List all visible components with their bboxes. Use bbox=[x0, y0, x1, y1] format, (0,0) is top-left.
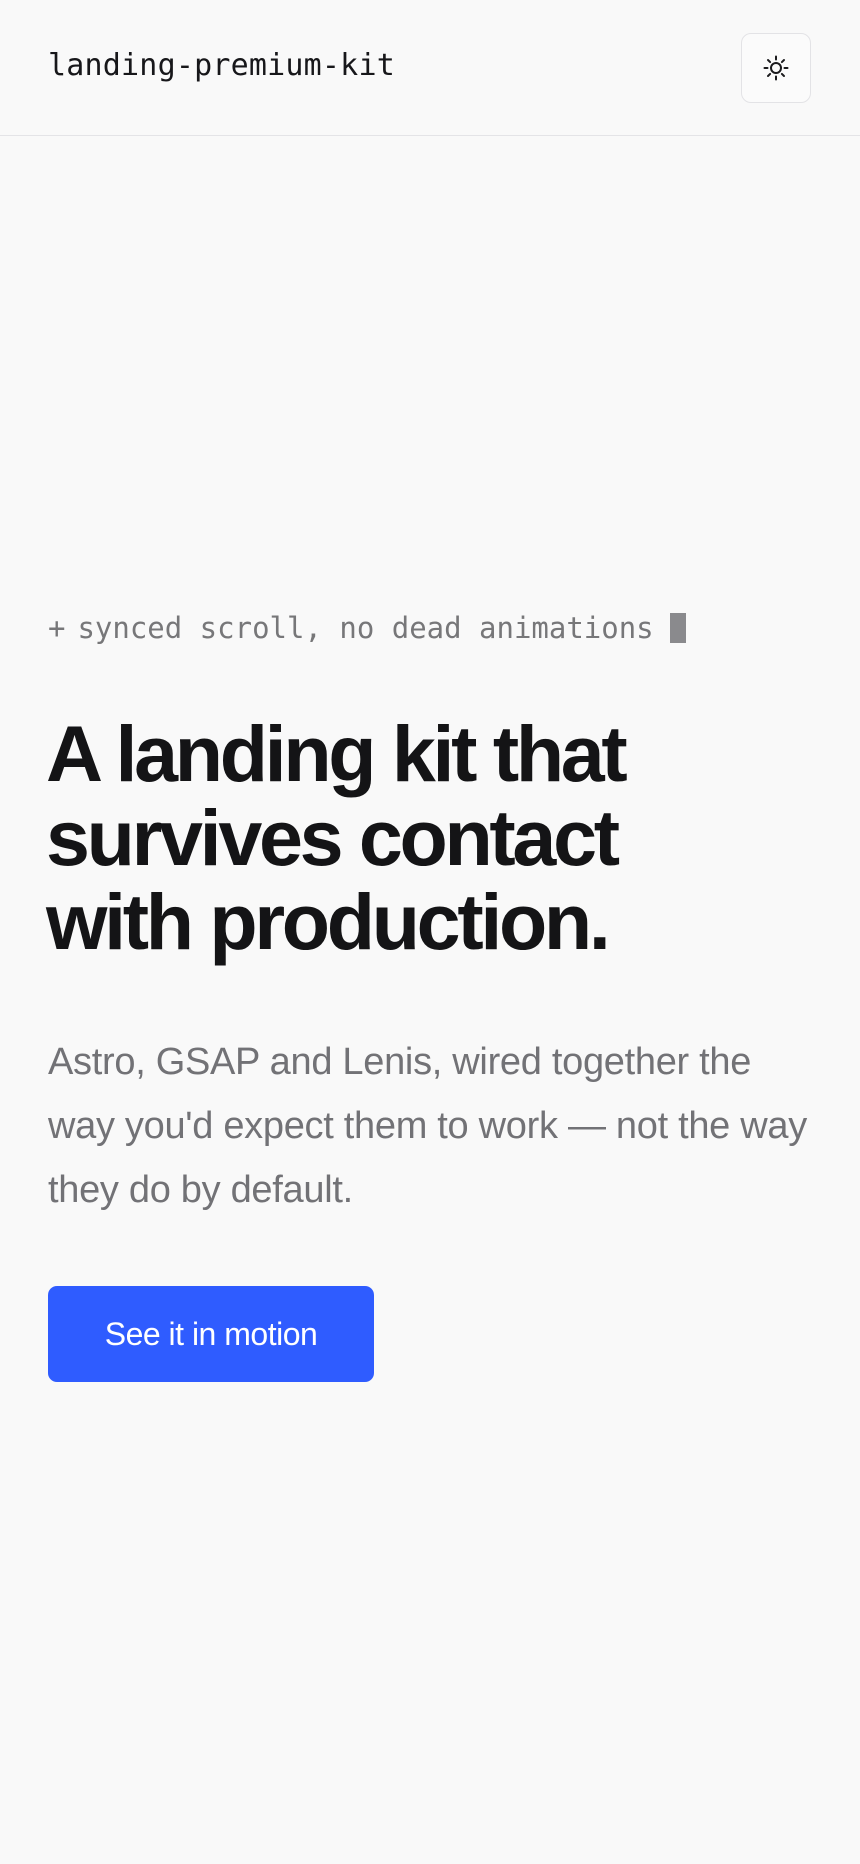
headline-line: with production. bbox=[46, 877, 611, 966]
see-it-in-motion-button[interactable]: See it in motion bbox=[48, 1286, 374, 1382]
eyebrow-text: synced scroll, no dead animations bbox=[77, 611, 654, 645]
site-header: landing-premium-kit bbox=[0, 0, 860, 136]
brand-name[interactable]: landing-premium-kit bbox=[48, 44, 395, 88]
eyebrow-tagline: + synced scroll, no dead animations bbox=[48, 608, 686, 648]
theme-toggle-button[interactable] bbox=[741, 33, 811, 103]
cursor-block-icon bbox=[669, 613, 686, 643]
hero-subtext: Astro, GSAP and Lenis, wired together th… bbox=[48, 1041, 807, 1211]
headline-line: survives contact bbox=[46, 793, 620, 882]
sun-icon bbox=[762, 54, 790, 82]
headline-line: A landing kit that bbox=[46, 709, 628, 798]
hero-headline: A landing kit that survives contact with… bbox=[46, 712, 766, 964]
plus-icon: + bbox=[48, 611, 66, 645]
